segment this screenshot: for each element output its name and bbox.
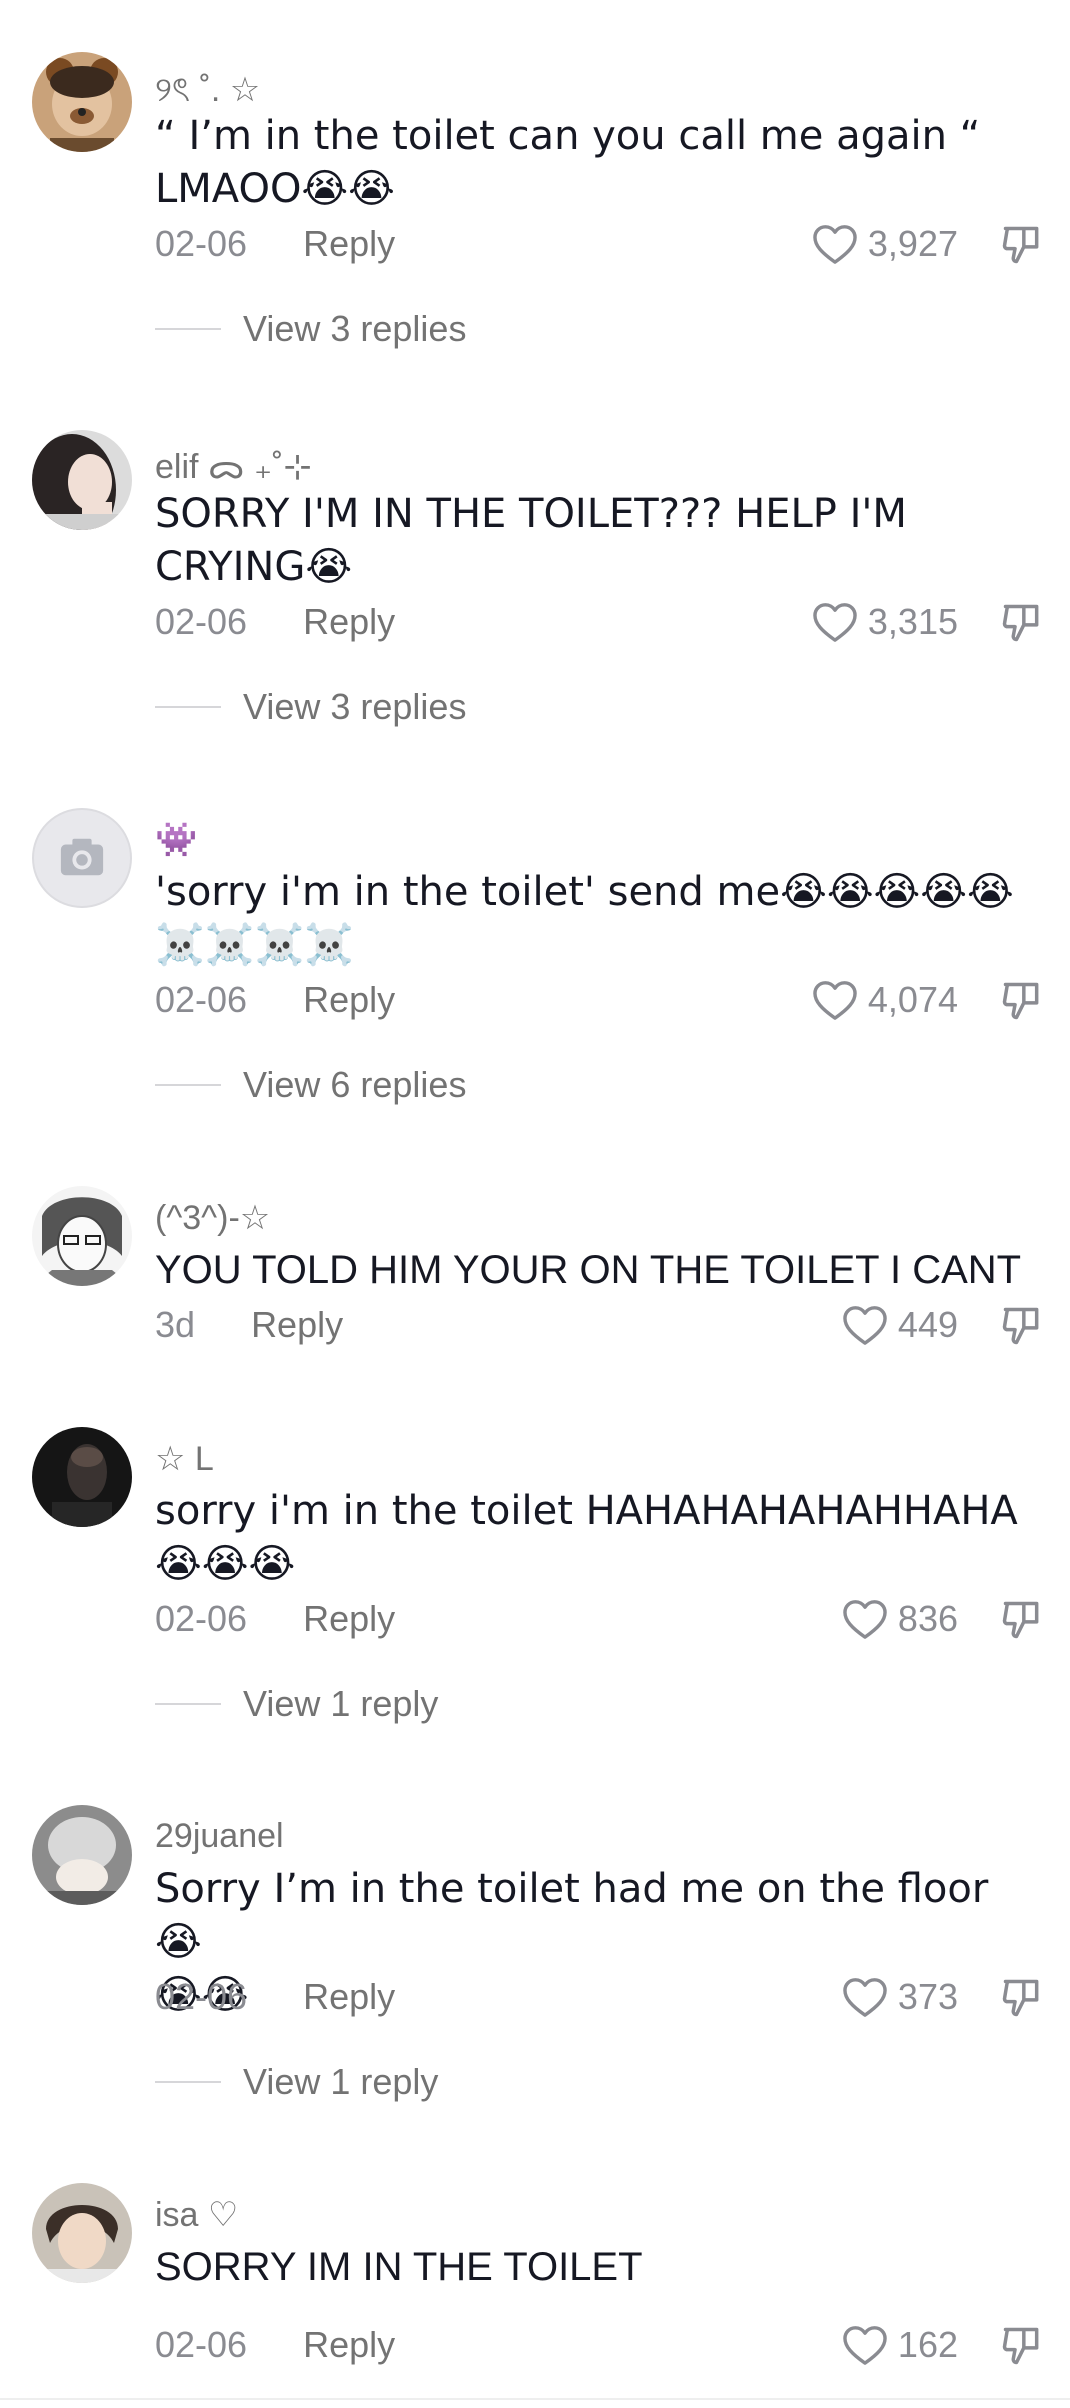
like-button[interactable]: 373 [842, 1976, 958, 2018]
comment-username[interactable]: 👾 [155, 820, 197, 860]
comment-meta: 02-06 Reply [155, 979, 395, 1021]
view-replies-button[interactable]: View 1 reply [155, 2061, 438, 2103]
dislike-button[interactable] [1000, 2323, 1044, 2374]
heart-outline-icon [813, 603, 857, 642]
like-button[interactable]: 3,315 [812, 601, 958, 643]
comment-username[interactable]: isa ♡ [155, 2195, 238, 2235]
like-count: 836 [897, 1598, 958, 1639]
comment-text: “ I’m in the toilet can you call me agai… [155, 113, 981, 212]
bottom-divider [0, 2398, 1070, 2400]
comment-meta: 02-06 Reply [155, 1976, 395, 2018]
reply-button[interactable]: Reply [303, 2324, 395, 2365]
view-replies-button[interactable]: View 1 reply [155, 1683, 438, 1725]
thumbs-down-outline-icon [1002, 2327, 1039, 2365]
like-count: 4,074 [867, 979, 958, 1020]
like-count: 162 [897, 2324, 958, 2365]
reply-button[interactable]: Reply [303, 223, 395, 264]
heart-outline-icon [813, 225, 857, 264]
like-count: 449 [897, 1304, 958, 1345]
like-button[interactable]: 4,074 [812, 979, 958, 1021]
comment-meta: 02-06 Reply [155, 1598, 395, 1640]
comment-meta: 02-06 Reply [155, 223, 395, 265]
comment-date: 02-06 [155, 1598, 248, 1639]
view-replies-label: View 3 replies [243, 686, 467, 727]
divider-line [155, 1084, 221, 1086]
dislike-button[interactable] [1000, 600, 1044, 651]
dislike-button[interactable] [1000, 1975, 1044, 2026]
divider-line [155, 1703, 221, 1705]
view-replies-label: View 3 replies [243, 308, 467, 349]
comment-text: SORRY IM IN THE TOILET [155, 2245, 643, 2289]
reply-button[interactable]: Reply [251, 1304, 343, 1345]
comment-date: 02-06 [155, 601, 248, 642]
avatar[interactable] [32, 52, 132, 152]
divider-line [155, 2081, 221, 2083]
divider-line [155, 328, 221, 330]
thumbs-down-outline-icon [1002, 1979, 1039, 2017]
dislike-button[interactable] [1000, 978, 1044, 1029]
reply-button[interactable]: Reply [303, 601, 395, 642]
avatar[interactable] [32, 2183, 132, 2283]
comment-list: ୨ৎ ˚. ☆ “ I’m in the toilet can you call… [0, 0, 1070, 2408]
comment-date: 02-06 [155, 2324, 248, 2365]
comment-username[interactable]: 29juanel [155, 1817, 284, 1856]
dislike-button[interactable] [1000, 1597, 1044, 1648]
comment-meta: 02-06 Reply [155, 601, 395, 643]
like-count: 373 [897, 1976, 958, 2017]
thumbs-down-outline-icon [1002, 1601, 1039, 1639]
comment-date: 02-06 [155, 1976, 248, 2017]
like-button[interactable]: 449 [842, 1304, 958, 1346]
comment-text: SORRY I'M IN THE TOILET??? HELP I'M CRYI… [155, 491, 907, 590]
avatar[interactable] [32, 1427, 132, 1527]
comment-text: 'sorry i'm in the toilet' send me😭😭😭😭😭 ☠… [155, 869, 1014, 968]
view-replies-label: View 6 replies [243, 1064, 467, 1105]
comment-date: 3d [155, 1304, 196, 1345]
heart-outline-icon [843, 2326, 887, 2365]
view-replies-button[interactable]: View 3 replies [155, 686, 466, 728]
like-button[interactable]: 836 [842, 1598, 958, 1640]
heart-outline-icon [813, 981, 857, 1020]
reply-button[interactable]: Reply [303, 1976, 395, 2017]
comment-username[interactable]: (^3^)-☆ [155, 1198, 270, 1238]
reply-button[interactable]: Reply [303, 1598, 395, 1639]
like-button[interactable]: 3,927 [812, 223, 958, 265]
avatar[interactable] [32, 808, 132, 908]
like-count: 3,315 [867, 601, 958, 642]
divider-line [155, 706, 221, 708]
view-replies-label: View 1 reply [243, 2061, 439, 2102]
thumbs-down-outline-icon [1002, 604, 1039, 642]
comment-text: YOU TOLD HIM YOUR ON THE TOILET I CANT [155, 1248, 1022, 1292]
view-replies-button[interactable]: View 6 replies [155, 1064, 466, 1106]
avatar[interactable] [32, 1805, 132, 1905]
heart-outline-icon [843, 1306, 887, 1345]
avatar[interactable] [32, 430, 132, 530]
dislike-button[interactable] [1000, 222, 1044, 273]
dislike-button[interactable] [1000, 1303, 1044, 1354]
camera-icon [60, 838, 104, 876]
reply-button[interactable]: Reply [303, 979, 395, 1020]
heart-outline-icon [843, 1600, 887, 1639]
comment-text: sorry i'm in the toilet HAHAHAHAHAHHAHA … [155, 1488, 1018, 1587]
view-replies-label: View 1 reply [243, 1683, 439, 1724]
like-button[interactable]: 162 [842, 2324, 958, 2366]
thumbs-down-outline-icon [1002, 982, 1039, 1020]
like-count: 3,927 [867, 223, 958, 264]
comment-username[interactable]: ☆ L [155, 1439, 214, 1479]
thumbs-down-outline-icon [1002, 1307, 1039, 1345]
comment-date: 02-06 [155, 223, 248, 264]
comment-meta: 02-06 Reply [155, 2324, 395, 2366]
avatar[interactable] [32, 1186, 132, 1286]
comment-username[interactable]: elif ᯅ ₊˚⊹ [155, 442, 312, 488]
thumbs-down-outline-icon [1002, 226, 1039, 264]
comment-meta: 3d Reply [155, 1304, 343, 1346]
comment-date: 02-06 [155, 979, 248, 1020]
heart-outline-icon [843, 1978, 887, 2017]
view-replies-button[interactable]: View 3 replies [155, 308, 466, 350]
